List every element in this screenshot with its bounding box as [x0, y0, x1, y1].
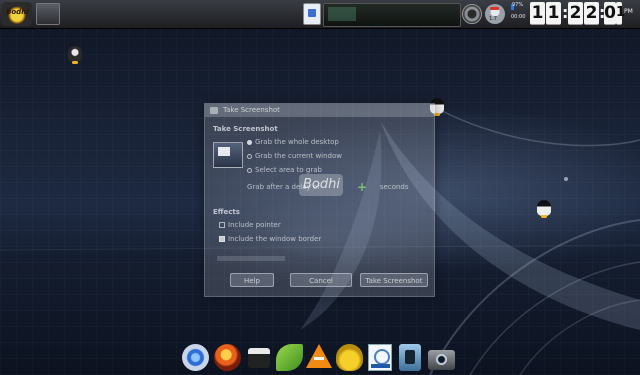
radio-icon: [247, 153, 252, 159]
section-take-screenshot: Take Screenshot: [213, 125, 278, 133]
camera-icon: [210, 107, 218, 114]
small-clock: 00:00: [511, 14, 526, 20]
show-desktop-icon[interactable]: [36, 3, 60, 25]
battery-icon[interactable]: 97% 00:00: [510, 2, 530, 24]
radio-icon: [247, 139, 252, 145]
bodhi-menu-icon[interactable]: Bodhi: [2, 2, 32, 26]
effects-hint: [217, 256, 285, 261]
radio-icon: [247, 167, 252, 173]
help-label: Help: [244, 277, 260, 285]
clock-hour-ones: 1: [546, 2, 561, 25]
checkbox-icon: [219, 236, 225, 242]
dialog-title[interactable]: Take Screenshot: [205, 104, 434, 117]
teapot-icon[interactable]: [336, 344, 363, 371]
clock-minute-ones: 2: [584, 2, 599, 25]
include-border-checkbox[interactable]: Include the window border: [219, 235, 321, 243]
desktop-penguin-icon[interactable]: [536, 199, 552, 218]
cpu-gauge-value: 1.7: [489, 16, 497, 22]
clock-hour-tens: 1: [530, 2, 545, 25]
dock: [180, 342, 460, 375]
chromium-icon[interactable]: [182, 344, 209, 371]
option-whole-desktop[interactable]: Grab the whole desktop: [247, 138, 339, 146]
option-label: Select area to grab: [255, 166, 322, 174]
take-screenshot-dialog: Take Screenshot Take Screenshot Grab the…: [204, 103, 435, 297]
checkbox-label: Include the window border: [228, 235, 322, 243]
desktop-bodhi-mascot-icon[interactable]: [66, 44, 84, 64]
checkbox-label: Include pointer: [228, 221, 281, 229]
help-button[interactable]: Help: [230, 273, 274, 287]
document-viewer-icon[interactable]: [368, 344, 392, 371]
option-select-area[interactable]: Select area to grab: [247, 166, 322, 174]
firefox-icon[interactable]: [214, 344, 241, 371]
cpu-gauge-icon[interactable]: 1.7: [485, 4, 505, 24]
clock-second-ones: 1: [616, 2, 625, 25]
camera-app-icon[interactable]: [428, 350, 455, 370]
system-meter-icon[interactable]: [323, 3, 461, 27]
checkbox-icon: [219, 222, 225, 228]
plus-icon[interactable]: +: [357, 180, 367, 194]
include-pointer-checkbox[interactable]: Include pointer: [219, 221, 281, 229]
leafpad-icon[interactable]: [276, 344, 303, 371]
clock-minute-tens: 2: [568, 2, 583, 25]
battery-percent: 97%: [512, 2, 524, 8]
clock-second-tens: 0: [604, 2, 616, 25]
bodhi-menu-label: Bodhi: [6, 8, 29, 16]
take-screenshot-button[interactable]: Take Screenshot: [360, 273, 428, 287]
top-panel: Bodhi 1.7 97% 00:00 1 1 : 2 2 : 0 1 PM: [0, 0, 640, 29]
volume-icon[interactable]: [462, 4, 482, 24]
cancel-label: Cancel: [309, 277, 333, 285]
media-player-icon[interactable]: [399, 344, 421, 371]
device-icon[interactable]: [303, 3, 321, 25]
screenshot-preview-icon: [213, 142, 243, 168]
delay-unit: seconds: [379, 183, 409, 191]
option-label: Grab the whole desktop: [255, 138, 339, 146]
bodhi-watermark: Bodhi: [299, 174, 343, 196]
take-screenshot-label: Take Screenshot: [365, 277, 423, 285]
cancel-button[interactable]: Cancel: [290, 273, 352, 287]
terminal-icon[interactable]: [248, 348, 270, 368]
option-label: Grab the current window: [255, 152, 343, 160]
option-current-window[interactable]: Grab the current window: [247, 152, 342, 160]
section-effects: Effects: [213, 208, 240, 216]
vlc-icon[interactable]: [306, 344, 332, 368]
clock-ampm: PM: [624, 8, 633, 15]
